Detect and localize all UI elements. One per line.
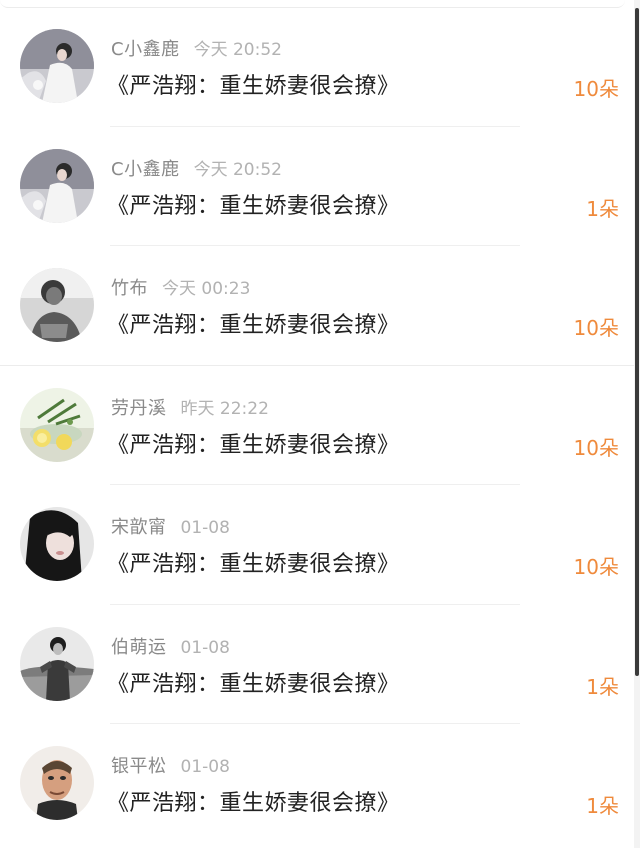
flower-count: 1朵 xyxy=(586,794,619,818)
sender-line: 劳丹溪 昨天 22:22 xyxy=(111,394,269,420)
girl-portrait-avatar-icon xyxy=(20,507,94,581)
sender-name[interactable]: 竹布 xyxy=(111,278,148,299)
book-title[interactable]: 《严浩翔：重生娇妻很会撩》 xyxy=(107,68,400,100)
book-title[interactable]: 《严浩翔：重生娇妻很会撩》 xyxy=(107,785,400,817)
flower-count: 10朵 xyxy=(573,555,619,579)
bw-man-field-avatar-icon xyxy=(20,626,94,701)
flower-count: 10朵 xyxy=(573,435,619,460)
gift-row[interactable]: 银平松 01-08 《严浩翔：重生娇妻很会撩》 1朵 xyxy=(0,724,640,844)
sender-line: 伯萌运 01-08 xyxy=(111,633,230,659)
gift-row[interactable]: 竹布 今天 00:23 《严浩翔：重生娇妻很会撩》 10朵 xyxy=(0,246,640,366)
avatar[interactable] xyxy=(20,268,94,342)
sender-name[interactable]: 劳丹溪 xyxy=(111,398,167,419)
avatar[interactable] xyxy=(20,626,94,701)
book-title[interactable]: 《严浩翔：重生娇妻很会撩》 xyxy=(107,307,400,339)
woman-white-dress-avatar-icon xyxy=(20,29,94,103)
sender-name[interactable]: 伯萌运 xyxy=(111,637,167,658)
sent-time: 今天 20:52 xyxy=(193,159,282,180)
grayscale-person-avatar-icon xyxy=(20,268,94,342)
sender-line: 宋歆甯 01-08 xyxy=(111,513,230,539)
gift-row[interactable]: C小鑫鹿 今天 20:52 《严浩翔：重生娇妻很会撩》 1朵 xyxy=(0,127,640,246)
flower-count: 10朵 xyxy=(573,77,619,101)
avatar[interactable] xyxy=(20,29,94,103)
book-title[interactable]: 《严浩翔：重生娇妻很会撩》 xyxy=(107,666,400,698)
avatar[interactable] xyxy=(20,507,94,581)
sender-name[interactable]: C小鑫鹿 xyxy=(111,159,180,180)
book-title[interactable]: 《严浩翔：重生娇妻很会撩》 xyxy=(107,427,400,459)
avatar[interactable] xyxy=(20,148,94,223)
sent-time: 今天 00:23 xyxy=(162,279,251,299)
sent-time: 昨天 22:22 xyxy=(180,398,269,419)
sender-name[interactable]: 银平松 xyxy=(111,756,167,777)
sent-time: 01-08 xyxy=(180,637,230,658)
sent-time: 今天 20:52 xyxy=(193,40,282,60)
flower-count: 1朵 xyxy=(586,196,619,221)
scrollbar-track[interactable] xyxy=(634,0,640,848)
avatar[interactable] xyxy=(20,746,94,820)
sender-line: C小鑫鹿 今天 20:52 xyxy=(111,155,282,181)
cartoon-man-avatar-icon xyxy=(20,746,94,820)
sender-line: 竹布 今天 00:23 xyxy=(111,274,250,300)
gift-list: C小鑫鹿 今天 20:52 《严浩翔：重生娇妻很会撩》 10朵 C小鑫鹿 今天 … xyxy=(0,7,640,844)
gift-row[interactable]: C小鑫鹿 今天 20:52 《严浩翔：重生娇妻很会撩》 10朵 xyxy=(0,7,640,127)
sent-time: 01-08 xyxy=(180,518,230,538)
sender-name[interactable]: C小鑫鹿 xyxy=(111,39,180,60)
gift-row[interactable]: 劳丹溪 昨天 22:22 《严浩翔：重生娇妻很会撩》 10朵 xyxy=(0,366,640,485)
gift-row[interactable]: 伯萌运 01-08 《严浩翔：重生娇妻很会撩》 1朵 xyxy=(0,605,640,724)
sender-line: 银平松 01-08 xyxy=(111,752,230,778)
sender-name[interactable]: 宋歆甯 xyxy=(111,517,167,538)
book-title[interactable]: 《严浩翔：重生娇妻很会撩》 xyxy=(107,546,400,578)
avatar[interactable] xyxy=(20,387,94,462)
gift-row[interactable]: 宋歆甯 01-08 《严浩翔：重生娇妻很会撩》 10朵 xyxy=(0,485,640,605)
sent-time: 01-08 xyxy=(180,757,230,777)
sender-line: C小鑫鹿 今天 20:52 xyxy=(111,35,282,61)
lemon-drink-avatar-icon xyxy=(20,387,94,462)
flower-count: 1朵 xyxy=(586,674,619,699)
flower-count: 10朵 xyxy=(573,316,619,340)
book-title[interactable]: 《严浩翔：重生娇妻很会撩》 xyxy=(107,188,400,220)
woman-white-dress-avatar-icon xyxy=(20,148,94,223)
gift-records-screen: C小鑫鹿 今天 20:52 《严浩翔：重生娇妻很会撩》 10朵 C小鑫鹿 今天 … xyxy=(0,0,640,848)
scrollbar-thumb[interactable] xyxy=(635,8,639,676)
